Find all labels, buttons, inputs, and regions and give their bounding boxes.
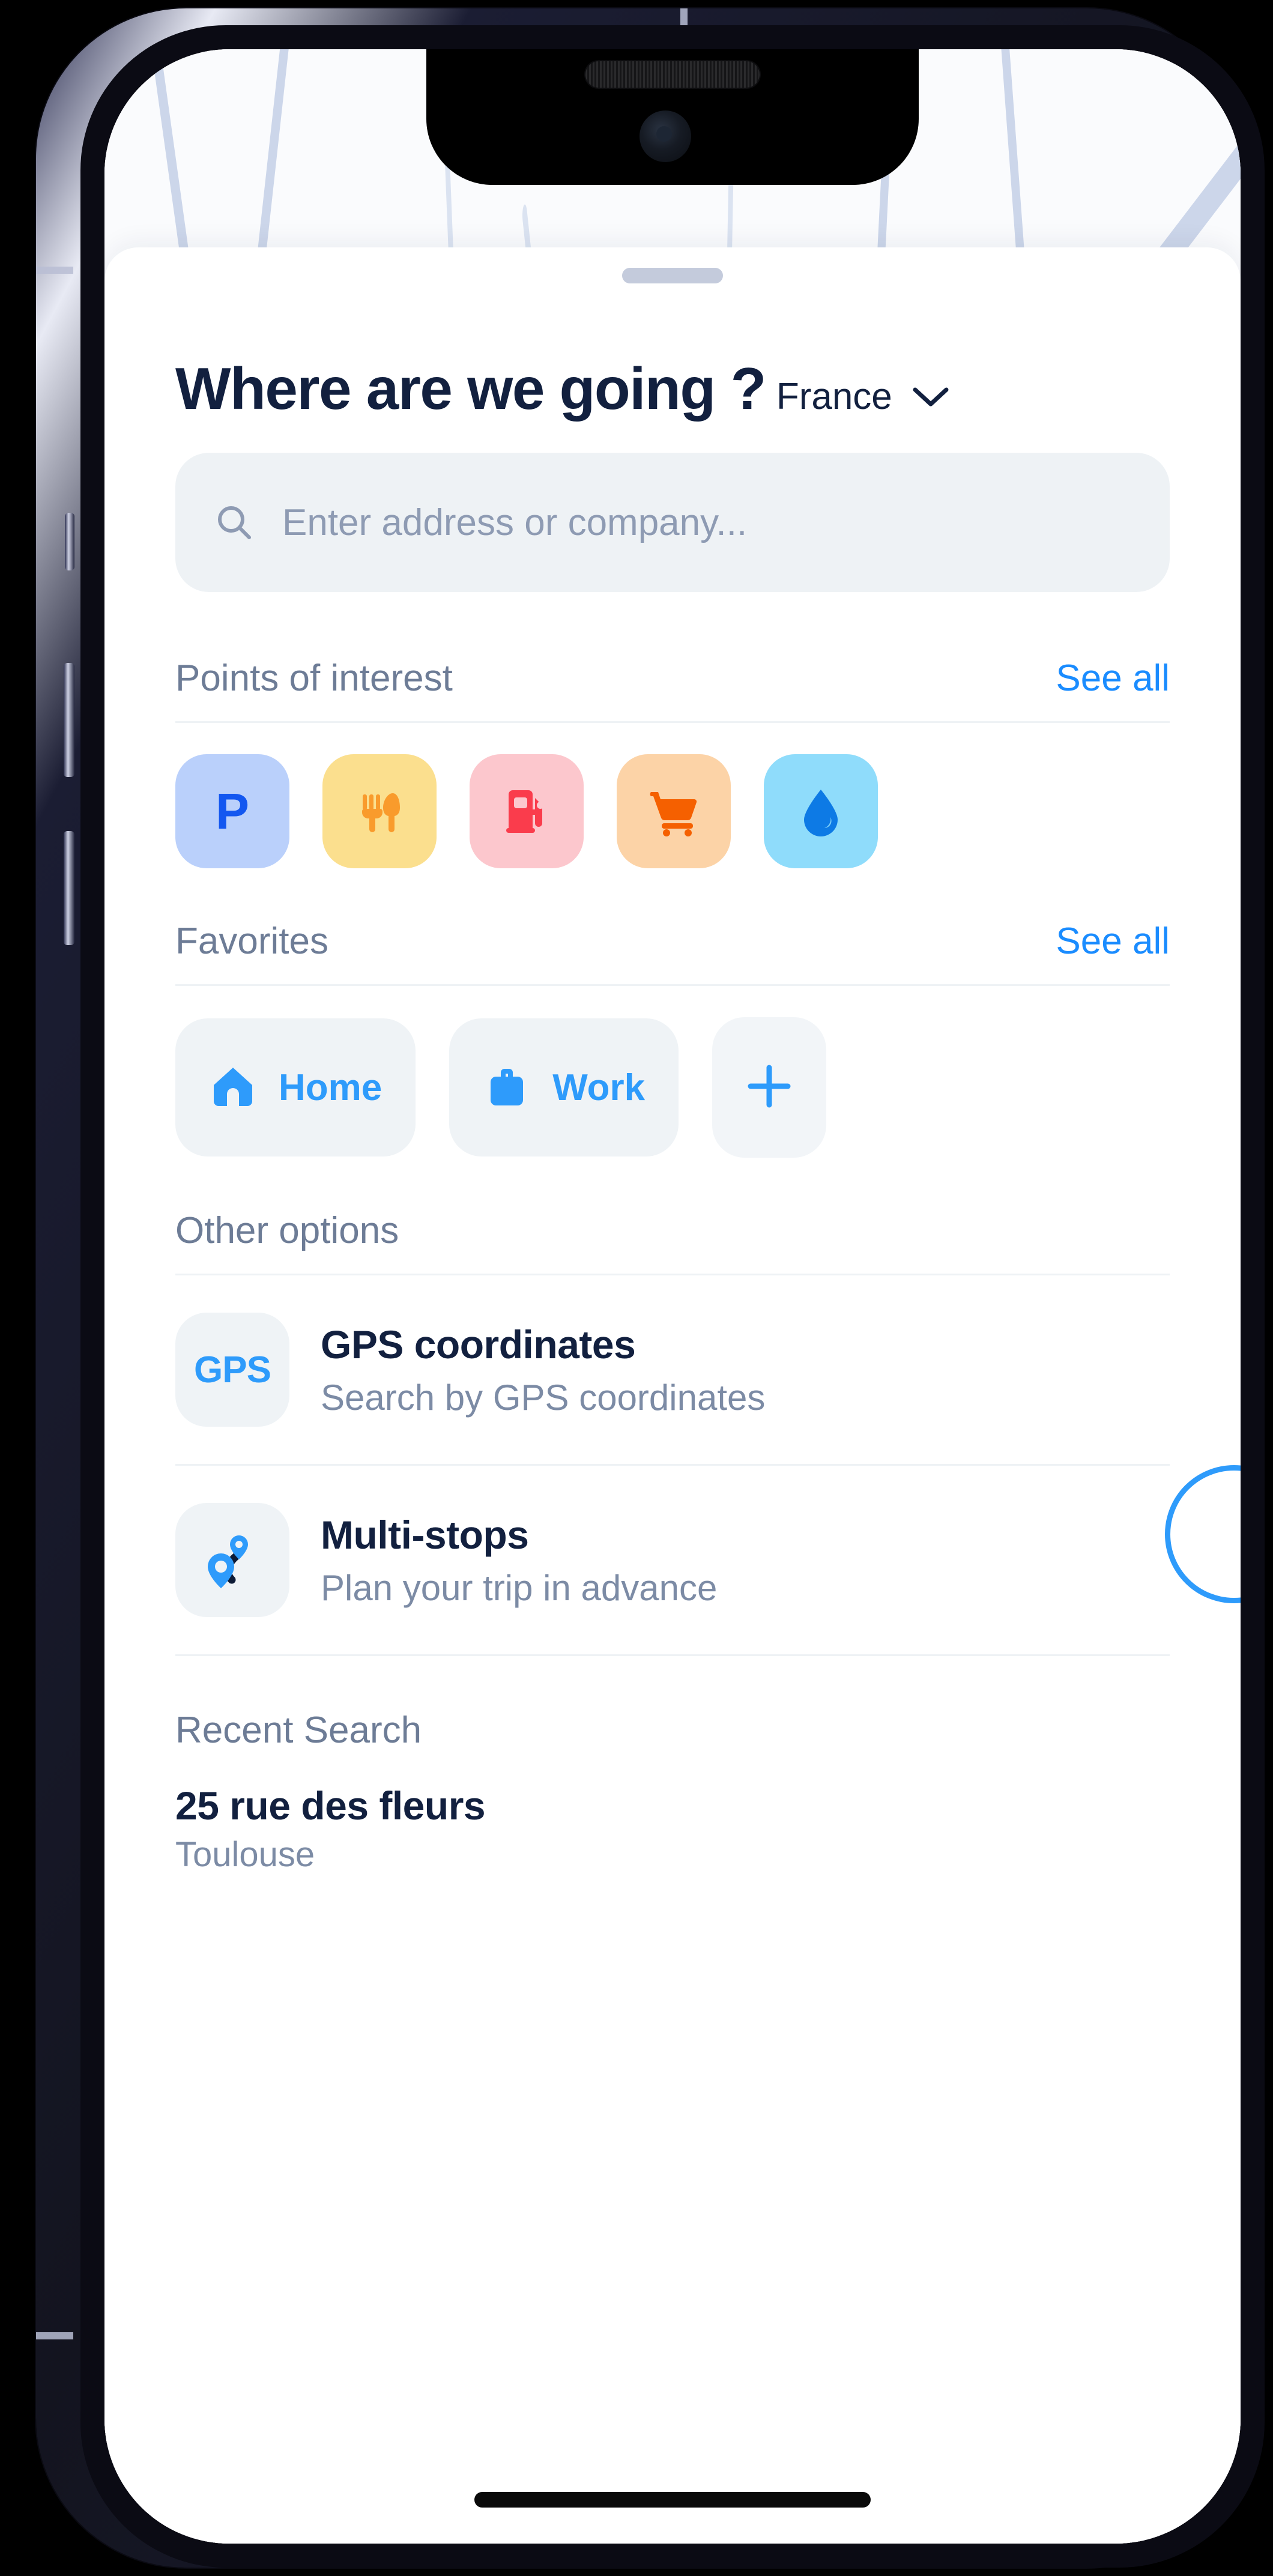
poi-tile-restaurant[interactable]: [322, 754, 437, 868]
home-icon: [209, 1062, 257, 1113]
points-of-interest-section: Points of interest See all: [104, 657, 1241, 723]
recent-search-section: Recent Search 25 rue des fleurs Toulouse: [104, 1656, 1241, 1875]
antenna-seam: [36, 267, 73, 274]
search-input[interactable]: [282, 501, 1170, 544]
search-section: [104, 418, 1241, 592]
favorite-chip-home[interactable]: Home: [175, 1018, 416, 1156]
country-selector-label[interactable]: France: [776, 375, 892, 418]
favorites-list: Home Work: [104, 986, 1241, 1158]
water-drop-icon: [791, 780, 851, 843]
favorite-chip-work[interactable]: Work: [449, 1018, 679, 1156]
other-option-title: Multi-stops: [321, 1512, 529, 1557]
favorites-title: Favorites: [175, 921, 328, 962]
points-of-interest-title: Points of interest: [175, 658, 453, 699]
poi-tile-parking[interactable]: P: [175, 754, 289, 868]
page-title: Where are we going ?: [175, 355, 766, 422]
points-of-interest-header: Points of interest See all: [175, 657, 1170, 721]
favorites-header: Favorites See all: [175, 920, 1170, 984]
bottom-sheet: Where are we going ? France Enter addres…: [104, 247, 1241, 2544]
parking-icon: P: [215, 782, 250, 839]
other-option-title: GPS coordinates: [321, 1322, 636, 1367]
points-of-interest-see-all[interactable]: See all: [1056, 657, 1170, 700]
sheet-content: Where are we going ? France Enter addres…: [104, 305, 1241, 2544]
phone-frame: Where are we going ? France Enter addres…: [36, 8, 1265, 2568]
gps-badge-label: GPS: [194, 1349, 271, 1391]
points-of-interest-list: P: [104, 723, 1241, 868]
multi-stop-route-icon: [175, 1503, 289, 1617]
other-option-subtitle: Plan your trip in advance: [321, 1567, 718, 1608]
volume-up-button[interactable]: [64, 663, 74, 777]
search-icon: [215, 503, 253, 542]
plus-icon: [743, 1060, 795, 1115]
favorites-see-all[interactable]: See all: [1056, 920, 1170, 963]
speaker-grille-icon: [584, 60, 761, 89]
favorite-chip-home-label: Home: [279, 1066, 383, 1108]
poi-tile-gas-station[interactable]: [470, 754, 584, 868]
favorites-section: Favorites See all: [104, 920, 1241, 986]
recent-search-title: Recent Search: [175, 1710, 422, 1751]
other-options-title: Other options: [175, 1210, 399, 1251]
other-option-text: Multi-stops Plan your trip in advance: [321, 1512, 717, 1609]
chevron-down-icon[interactable]: [912, 385, 950, 409]
recent-search-item[interactable]: 25 rue des fleurs Toulouse: [175, 1752, 1170, 1875]
sheet-drag-handle[interactable]: [622, 268, 723, 283]
recent-search-item-name: 25 rue des fleurs: [175, 1783, 486, 1828]
recent-search-item-city: Toulouse: [175, 1835, 315, 1874]
device-notch: [426, 49, 919, 185]
gas-pump-icon: [497, 780, 557, 843]
other-option-multi-stops[interactable]: Multi-stops Plan your trip in advance: [104, 1466, 1241, 1654]
other-option-subtitle: Search by GPS coordinates: [321, 1377, 766, 1418]
add-favorite-button[interactable]: [712, 1017, 827, 1158]
other-options-header: Other options: [175, 1209, 1170, 1274]
favorite-chip-work-label: Work: [552, 1066, 646, 1108]
shopping-cart-icon: [644, 780, 704, 843]
silent-switch[interactable]: [65, 513, 74, 570]
phone-screen: Where are we going ? France Enter addres…: [104, 49, 1241, 2544]
front-camera-icon: [640, 110, 691, 162]
gps-badge-icon: GPS: [175, 1313, 289, 1427]
other-option-text: GPS coordinates Search by GPS coordinate…: [321, 1322, 765, 1418]
volume-down-button[interactable]: [64, 831, 74, 945]
poi-tile-water[interactable]: [764, 754, 878, 868]
poi-tile-groceries[interactable]: [617, 754, 731, 868]
search-bar[interactable]: [175, 453, 1170, 592]
restaurant-icon: [349, 780, 410, 843]
page-header: Where are we going ? France: [104, 305, 1241, 418]
home-indicator[interactable]: [474, 2492, 871, 2508]
briefcase-icon: [483, 1062, 531, 1113]
antenna-seam: [36, 2332, 73, 2339]
screenshot-stage: Where are we going ? France Enter addres…: [0, 0, 1273, 2576]
other-option-gps-coordinates[interactable]: GPS GPS coordinates Search by GPS coordi…: [104, 1275, 1241, 1464]
other-options-section: Other options: [104, 1209, 1241, 1275]
